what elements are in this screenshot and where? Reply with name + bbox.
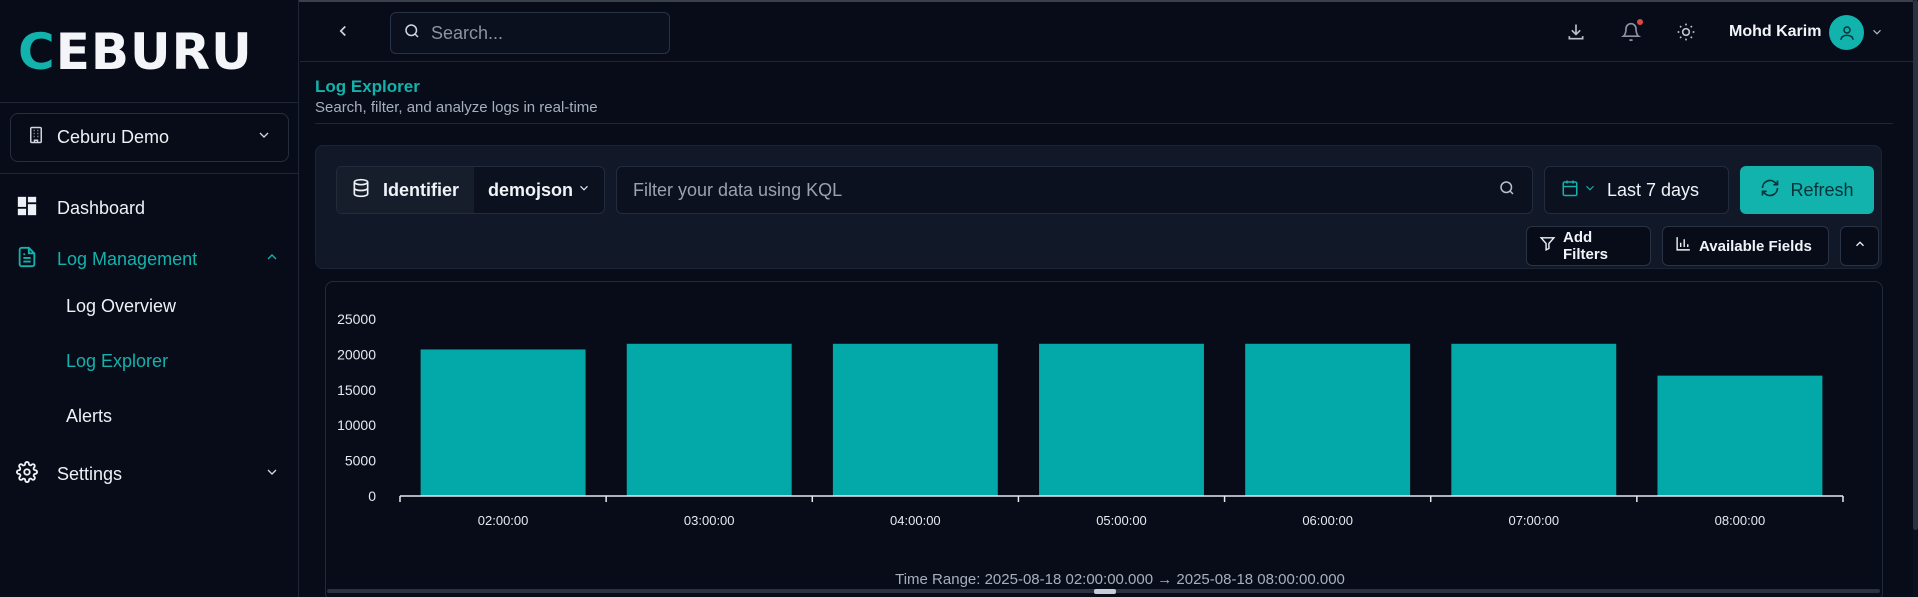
filter-funnel-icon (1539, 235, 1556, 257)
x-tick-label: 07:00:00 (1508, 513, 1559, 528)
topbar: Mohd Karim (300, 0, 1918, 62)
kql-input[interactable] (633, 179, 1498, 201)
gear-icon (16, 461, 38, 488)
user-name[interactable]: Mohd Karim (1729, 23, 1821, 41)
ceburu-logo[interactable]: CEBURU (18, 26, 253, 78)
chevron-down-icon (577, 181, 591, 200)
page-title: Log Explorer (315, 77, 420, 96)
y-tick-label: 20000 (337, 346, 376, 362)
histogram-bar[interactable] (1245, 343, 1411, 496)
identifier-label-box: Identifier (337, 167, 474, 213)
sidebar-item-settings[interactable]: Settings (16, 461, 280, 488)
search-icon (403, 22, 421, 45)
x-tick-label: 04:00:00 (890, 513, 941, 528)
notification-dot (1637, 19, 1643, 25)
refresh-label: Refresh (1790, 179, 1854, 200)
sidebar-item-dashboard[interactable]: Dashboard (16, 195, 280, 222)
x-tick-label: 05:00:00 (1096, 513, 1147, 528)
organization-select[interactable]: Ceburu Demo (10, 113, 289, 162)
sidebar-item-log-management[interactable]: Log Management (16, 245, 280, 274)
add-filters-button[interactable]: Add Filters (1526, 226, 1651, 266)
collapse-filters-button[interactable] (1840, 226, 1879, 266)
time-range-value: Last 7 days (1607, 179, 1700, 200)
identifier-value: demojson (488, 179, 574, 200)
chart-time-range-footer: Time Range: 2025-08-18 02:00:00.000 → 20… (895, 571, 1345, 588)
sidebar-item-log-explorer[interactable]: Log Explorer (66, 351, 168, 372)
database-icon (351, 178, 371, 203)
identifier-label: Identifier (383, 179, 460, 200)
chevron-down-icon (1583, 181, 1597, 200)
global-search[interactable] (390, 12, 670, 54)
back-button[interactable] (332, 20, 354, 42)
identifier-selector[interactable]: Identifier demojson (336, 166, 605, 214)
header-divider (315, 123, 1893, 124)
identifier-dropdown[interactable]: demojson (474, 167, 604, 213)
y-tick-label: 25000 (337, 311, 376, 327)
sidebar-item-label: Log Management (57, 249, 198, 269)
bar-chart-icon (1675, 235, 1692, 257)
time-range-selector[interactable]: Last 7 days (1544, 166, 1729, 214)
available-fields-label: Available Fields (1699, 237, 1812, 255)
horizontal-scrollbar-thumb[interactable] (1094, 589, 1116, 594)
search-input[interactable] (431, 22, 651, 44)
chevron-down-icon (256, 127, 272, 148)
histogram-bar[interactable] (1657, 375, 1823, 496)
sidebar-item-label: Dashboard (57, 198, 146, 218)
histogram-panel: 0 5000 10000 15000 20000 25000 02:00:00 03:00:… (325, 281, 1883, 597)
chevron-down-icon[interactable] (1870, 25, 1884, 44)
available-fields-button[interactable]: Available Fields (1662, 226, 1829, 266)
user-avatar[interactable] (1829, 15, 1864, 50)
y-tick-label: 5000 (345, 453, 376, 469)
x-tick-label: 06:00:00 (1302, 513, 1353, 528)
download-icon[interactable] (1566, 22, 1586, 42)
y-tick-label: 0 (368, 488, 376, 504)
histogram-bar[interactable] (1039, 343, 1204, 496)
refresh-button[interactable]: Refresh (1740, 166, 1874, 214)
x-tick-label: 03:00:00 (684, 513, 735, 528)
y-tick-label: 15000 (337, 382, 376, 398)
vertical-scrollbar[interactable] (1913, 0, 1918, 597)
sidebar: CEBURU Ceburu Demo Dashboard Log Managem… (0, 0, 299, 597)
document-icon (16, 245, 38, 274)
add-filters-label: Add Filters (1563, 229, 1609, 263)
chevron-down-icon (264, 464, 280, 485)
sidebar-divider (0, 102, 298, 103)
notification-bell-icon[interactable] (1620, 19, 1643, 42)
x-tick-label: 02:00:00 (478, 513, 529, 528)
chevron-up-icon (1853, 237, 1867, 256)
chevron-up-icon (264, 249, 280, 270)
x-tick-label: 08:00:00 (1715, 513, 1766, 528)
theme-sun-icon[interactable] (1676, 22, 1696, 42)
histogram-bar[interactable] (626, 343, 792, 496)
histogram-bar[interactable] (420, 349, 586, 496)
sidebar-item-log-overview[interactable]: Log Overview (66, 296, 176, 317)
kql-filter-field[interactable] (616, 166, 1533, 214)
sidebar-divider (0, 173, 298, 174)
page-subtitle: Search, filter, and analyze logs in real… (315, 99, 598, 116)
dashboard-icon (16, 195, 38, 222)
building-icon (27, 126, 45, 149)
refresh-icon (1760, 178, 1780, 203)
vertical-scrollbar-thumb[interactable] (1913, 0, 1918, 530)
search-icon[interactable] (1498, 179, 1516, 202)
histogram-bar[interactable] (1451, 343, 1617, 496)
log-histogram-chart: 0 5000 10000 15000 20000 25000 02:00:00 03:00:… (337, 311, 1844, 588)
calendar-icon (1561, 179, 1579, 202)
y-tick-label: 10000 (337, 417, 376, 433)
organization-name: Ceburu Demo (57, 127, 170, 147)
sidebar-item-label: Settings (57, 464, 123, 484)
sidebar-item-alerts[interactable]: Alerts (66, 406, 112, 427)
histogram-bar[interactable] (832, 343, 998, 496)
